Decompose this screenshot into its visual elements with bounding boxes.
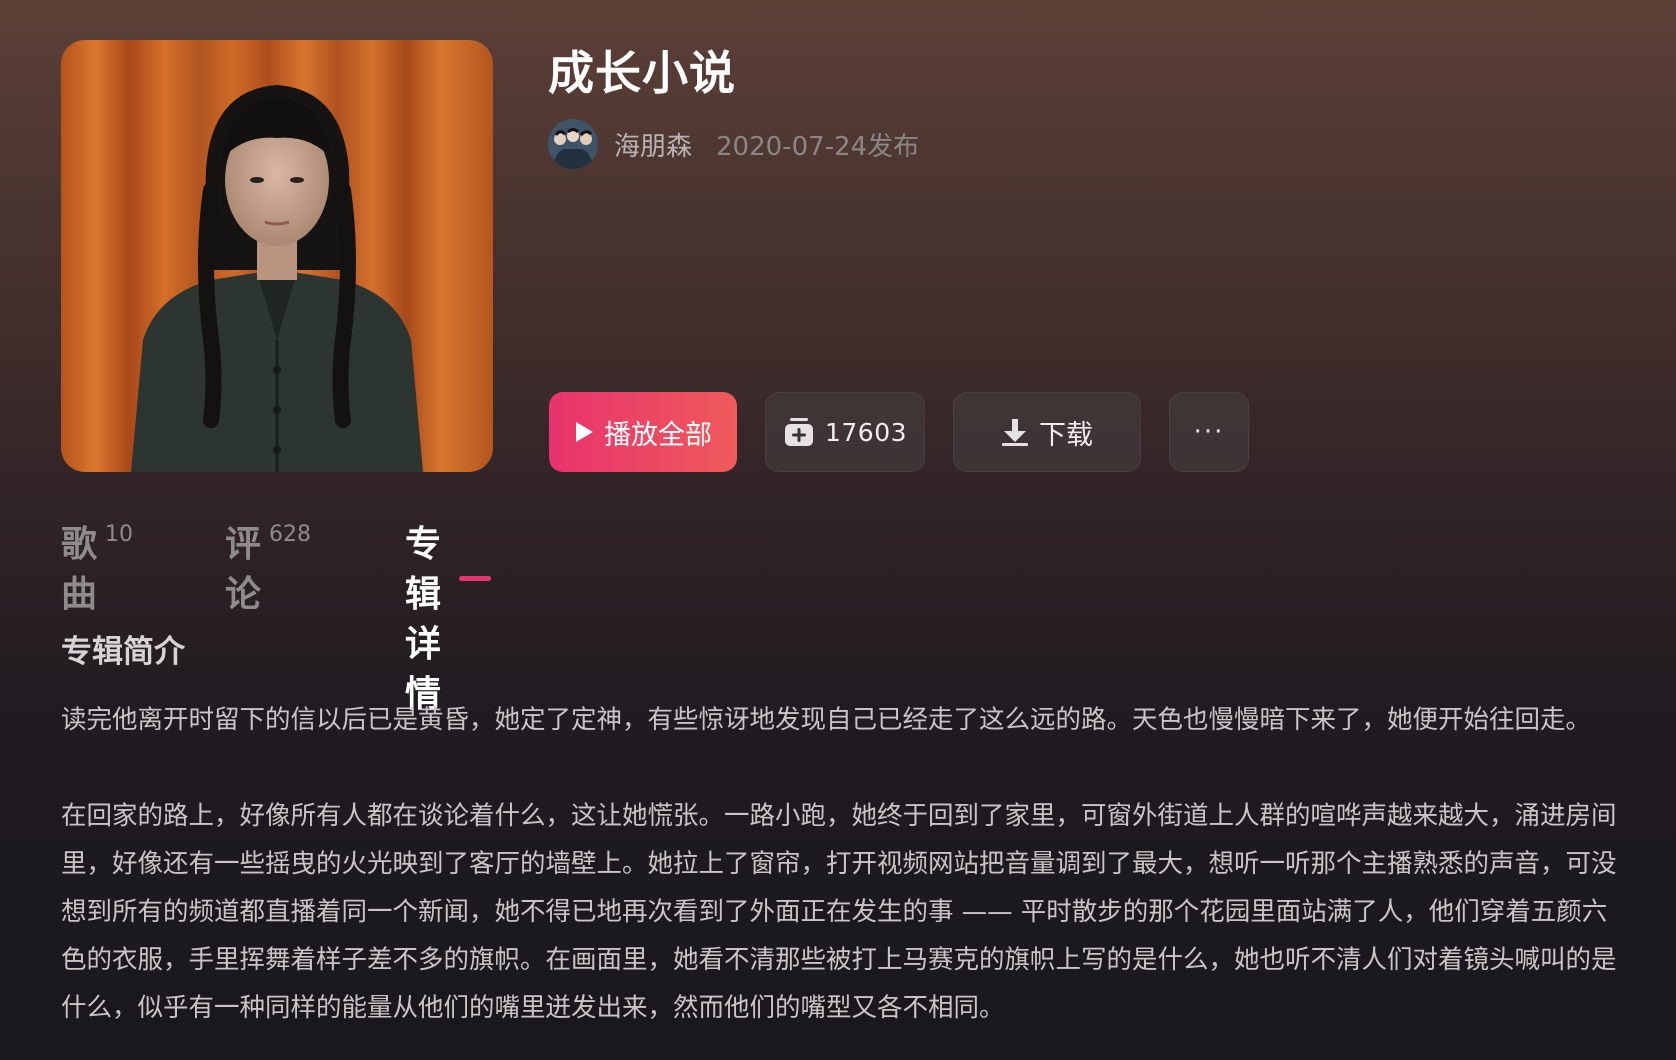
album-detail-page: 成长小说 海朋森 2020-07-24发布 播放全部 17603 下载 ··· …: [0, 0, 1676, 1060]
artist-avatar[interactable]: [548, 119, 598, 169]
download-icon: [1001, 417, 1029, 447]
album-intro-paragraph-1: 读完他离开时留下的信以后已是黄昏，她定了定神，有些惊讶地发现自己已经走了这么远的…: [61, 705, 1592, 735]
download-button[interactable]: 下载: [953, 392, 1141, 472]
collect-button[interactable]: 17603: [765, 392, 925, 472]
more-icon: ···: [1193, 417, 1225, 447]
active-tab-indicator: [459, 576, 491, 581]
collect-count: 17603: [824, 417, 908, 447]
play-all-label: 播放全部: [604, 419, 712, 451]
tab-songs-label: 歌曲: [61, 524, 98, 615]
artist-avatar-image: [548, 119, 598, 169]
tab-songs-count: 10: [105, 522, 134, 547]
tab-songs[interactable]: 歌曲 10: [61, 520, 133, 620]
tab-comments-label: 评论: [225, 524, 262, 615]
more-button[interactable]: ···: [1169, 392, 1249, 472]
add-to-collection-icon: [783, 416, 815, 448]
artist-name[interactable]: 海朋森: [614, 126, 692, 163]
album-intro-heading: 专辑简介: [61, 634, 185, 670]
tab-comments[interactable]: 评论 628: [225, 520, 311, 620]
album-intro-paragraph-2: 在回家的路上，好像所有人都在谈论着什么，这让她慌张。一路小跑，她终于回到了家里，…: [61, 801, 1617, 1023]
album-title: 成长小说: [548, 46, 736, 100]
album-cover: [61, 40, 493, 472]
tab-comments-count: 628: [269, 522, 312, 547]
album-actions: 播放全部 17603 下载 ···: [549, 392, 1249, 472]
tab-album-details[interactable]: 专辑详情: [405, 520, 441, 720]
album-cover-image: [61, 40, 493, 472]
release-date: 2020-07-24发布: [716, 131, 920, 162]
play-icon: [574, 421, 594, 443]
tab-album-details-label: 专辑详情: [405, 524, 442, 715]
download-label: 下载: [1039, 419, 1093, 451]
album-meta: 海朋森 2020-07-24发布: [548, 118, 919, 170]
play-all-button[interactable]: 播放全部: [549, 392, 737, 472]
